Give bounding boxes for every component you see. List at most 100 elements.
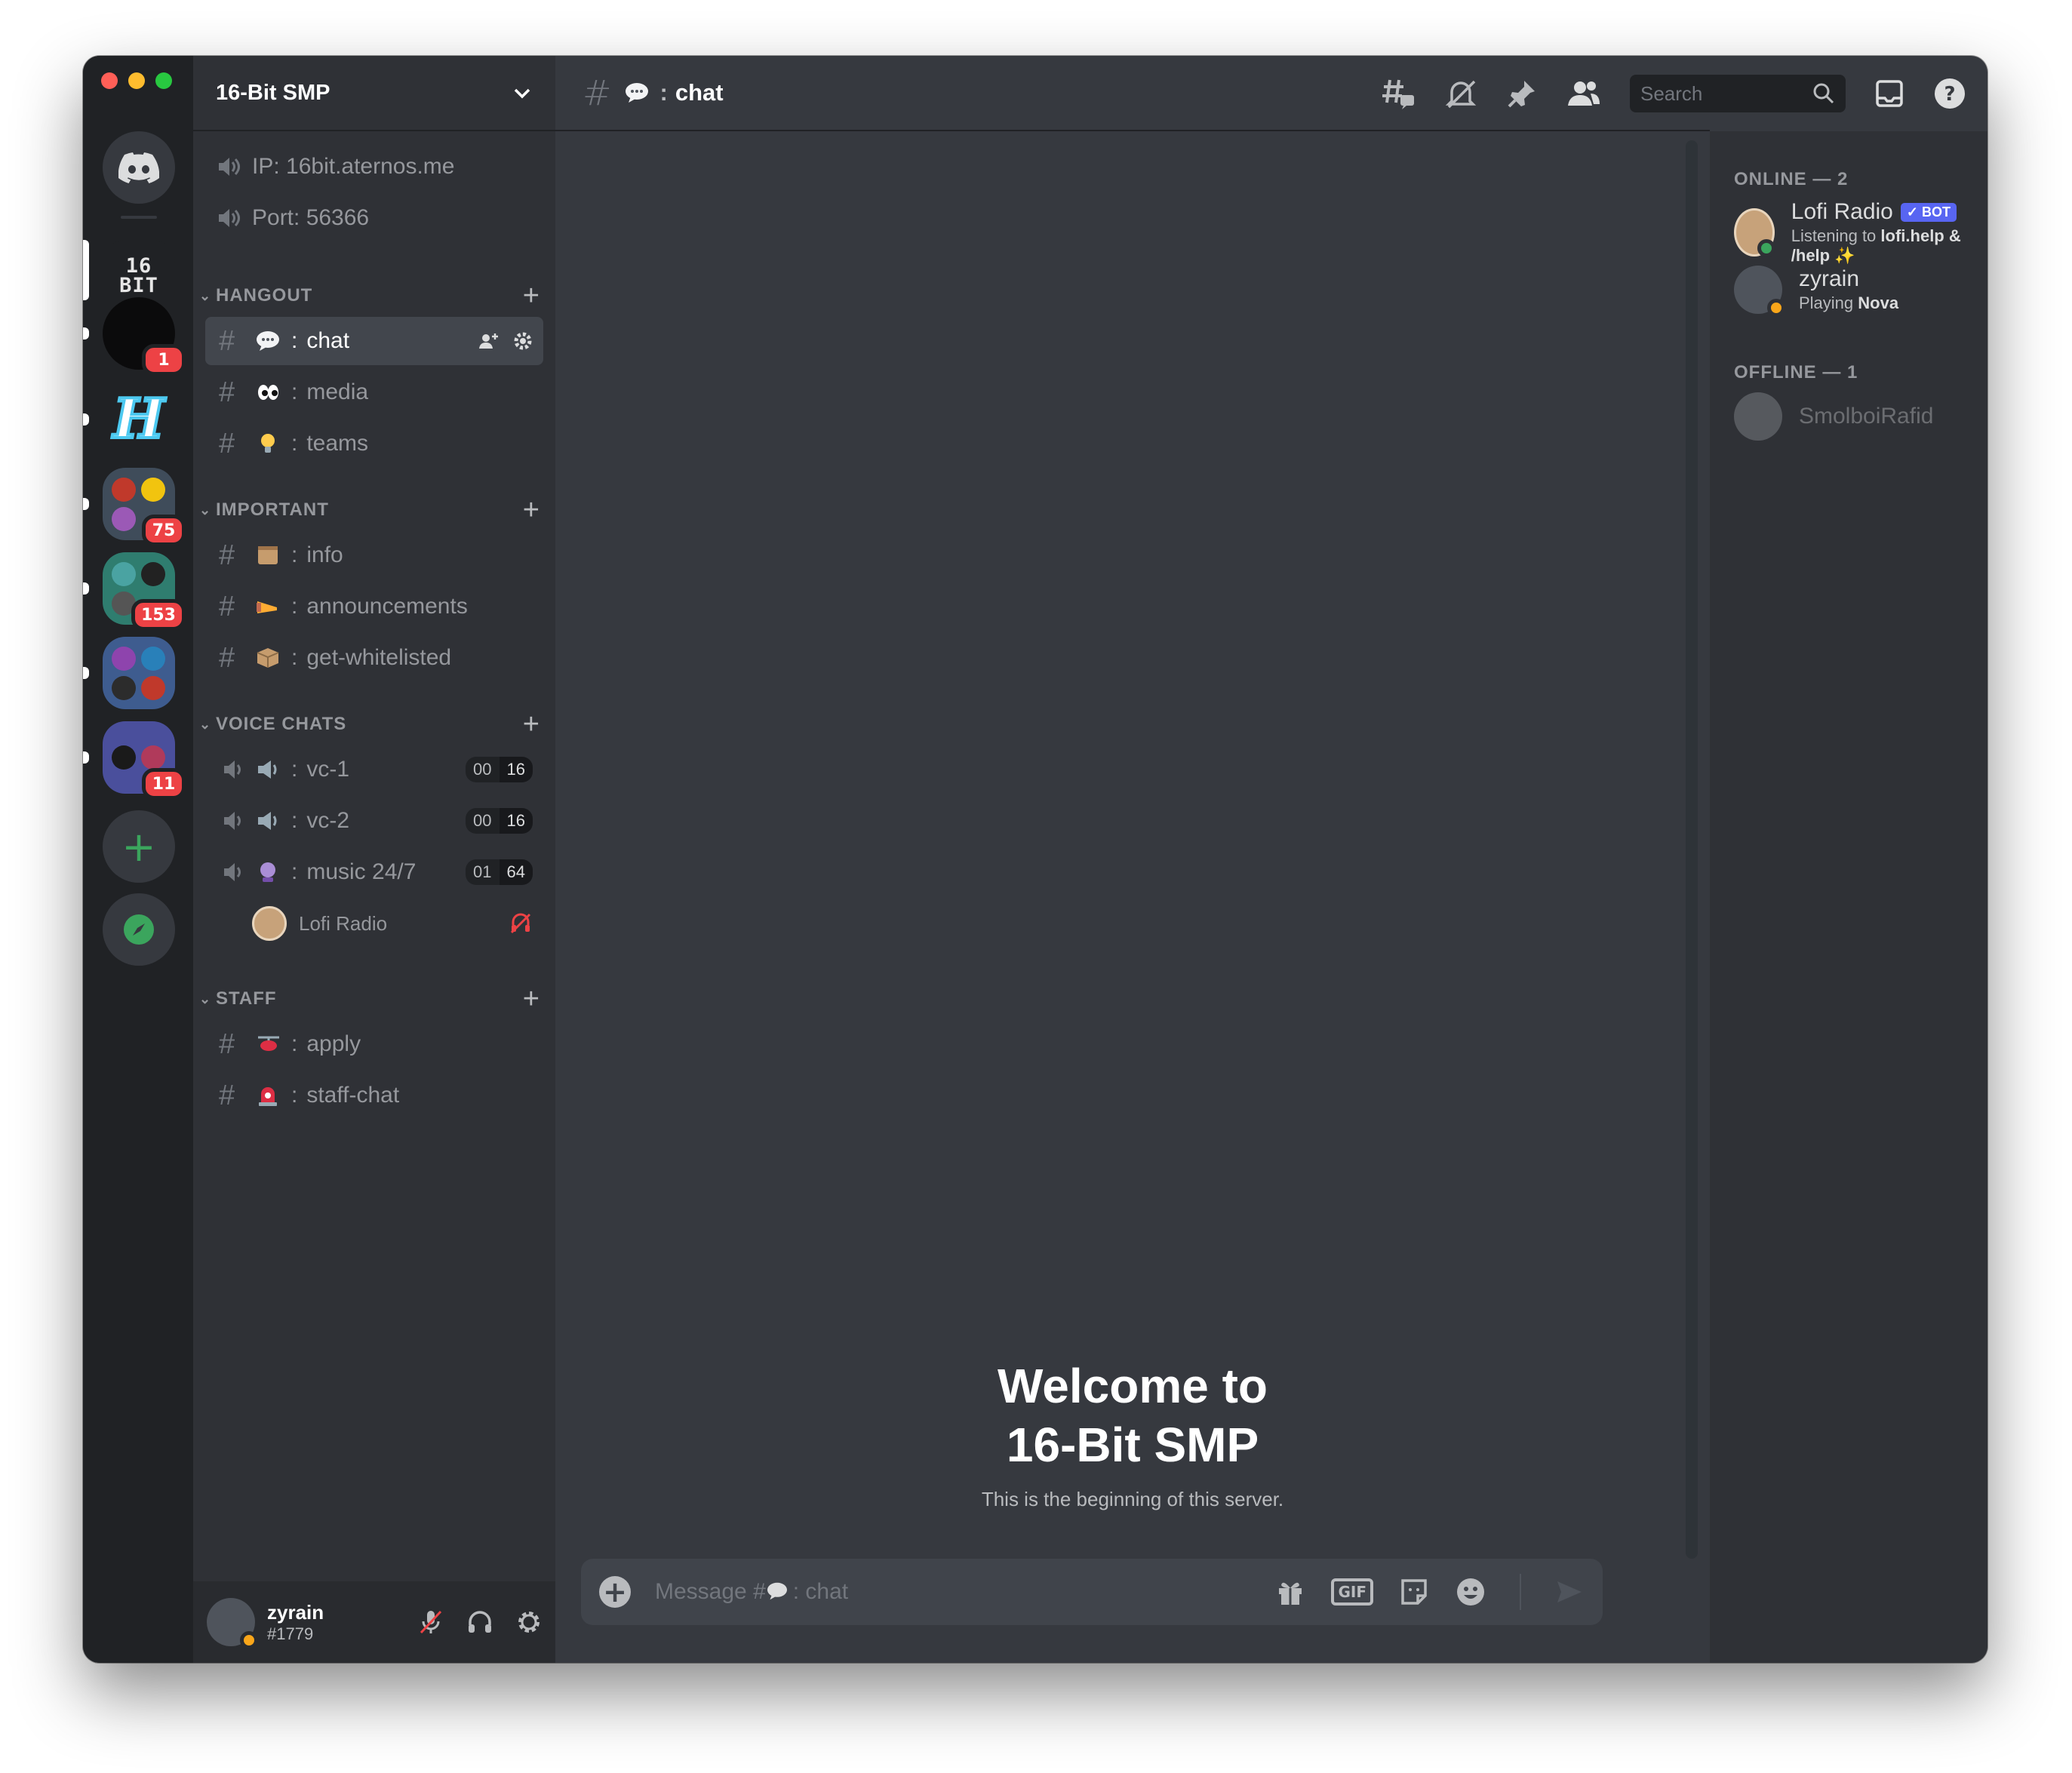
loudspeaker-icon	[258, 761, 277, 779]
close-window-button[interactable]	[101, 72, 118, 89]
user-limit-badge: 01 64	[466, 859, 533, 885]
help-icon[interactable]: ?	[1933, 77, 1966, 110]
folder-server-icon	[112, 561, 136, 586]
gear-icon[interactable]	[513, 331, 533, 351]
inbox-icon[interactable]	[1874, 78, 1904, 109]
package-icon	[257, 648, 279, 668]
message-scrollbar[interactable]	[1686, 140, 1698, 1559]
server-folder-3[interactable]	[103, 637, 175, 709]
create-channel-button[interactable]: +	[523, 708, 540, 741]
hash-icon: #	[219, 324, 235, 357]
voice-channel-vc-2[interactable]: : vc-2 00 16	[205, 797, 543, 845]
channel-staff-chat[interactable]: # : staff-chat	[205, 1071, 543, 1120]
bot-label: BOT	[1921, 204, 1951, 220]
eyes-icon	[258, 385, 278, 400]
member-zyrain[interactable]: zyrain Playing Nova	[1734, 266, 1898, 317]
message-input[interactable]: Message #: chat	[655, 1579, 1275, 1605]
gif-button[interactable]: GIF	[1331, 1578, 1373, 1606]
member-lofi-radio[interactable]: Lofi Radio ✓ BOT Listening to lofi.help &…	[1734, 199, 1987, 266]
folder-server-icon	[112, 646, 136, 671]
speaker-icon	[224, 761, 241, 779]
category-hangout[interactable]: ⌄ HANGOUT +	[199, 280, 540, 312]
notifications-muted-bell-icon[interactable]	[1444, 77, 1477, 110]
speaker-icon	[224, 812, 241, 830]
create-channel-button[interactable]: +	[523, 280, 540, 312]
channel-name: apply	[306, 1031, 361, 1056]
voice-user-lofi-radio[interactable]: Lofi Radio	[238, 899, 543, 948]
horn-icon	[257, 601, 277, 613]
create-channel-button[interactable]: +	[523, 494, 540, 527]
chevron-down-icon: ⌄	[199, 716, 212, 732]
discord-logo-icon	[118, 152, 159, 183]
hash-icon: #	[219, 539, 235, 571]
avatar	[1734, 208, 1775, 257]
threads-icon[interactable]	[1381, 77, 1416, 110]
voice-channel-music[interactable]: : music 24/7 01 64	[205, 848, 543, 896]
channel-chat[interactable]: # : chat	[205, 317, 543, 365]
server-dark[interactable]: 1	[103, 297, 186, 376]
user-avatar[interactable]	[207, 1598, 258, 1649]
search-input[interactable]: Search	[1630, 75, 1846, 112]
member-smolboirafid[interactable]: SmolboiRafid	[1734, 392, 1933, 441]
channel-media[interactable]: # : media	[205, 368, 543, 416]
avatar	[252, 906, 287, 941]
channel-name: staff-chat	[306, 1083, 400, 1108]
server-folder-4[interactable]: 11	[103, 721, 186, 800]
scroll-icon	[258, 546, 278, 564]
folder-server-icon	[112, 506, 136, 531]
channel-get-whitelisted[interactable]: # : get-whitelisted	[205, 634, 543, 682]
server-16bit-logo: 16 BIT	[119, 254, 158, 297]
gift-icon[interactable]	[1275, 1577, 1305, 1607]
add-server-button[interactable]: +	[103, 810, 175, 883]
channel-announcements[interactable]: # : announcements	[205, 582, 543, 631]
server-port-info[interactable]: Port: 56366	[216, 205, 369, 231]
home-button[interactable]	[103, 131, 175, 204]
category-staff[interactable]: ⌄ STAFF +	[199, 983, 540, 1016]
channel-teams[interactable]: # : teams	[205, 419, 543, 468]
server-ip-info[interactable]: IP: 16bit.aternos.me	[216, 154, 454, 180]
channel-info[interactable]: # : info	[205, 531, 543, 579]
attach-plus-icon[interactable]: +	[599, 1575, 631, 1609]
channel-name: get-whitelisted	[306, 645, 452, 670]
user-count: 00	[466, 808, 500, 834]
explore-servers-button[interactable]	[103, 893, 175, 966]
server-rail: 16 BIT 1 H 75 153 11 +	[83, 56, 193, 1663]
user-limit: 64	[499, 859, 533, 885]
invite-icon[interactable]	[478, 332, 500, 350]
category-voice-chats[interactable]: ⌄ VOICE CHATS +	[199, 708, 540, 741]
folder-server-icon	[141, 675, 165, 700]
activity-label: Playing	[1799, 293, 1854, 312]
channel-name: info	[306, 542, 343, 567]
helicopter-icon	[258, 1036, 279, 1051]
user-settings-gear-icon[interactable]	[516, 1609, 542, 1635]
sticker-icon[interactable]	[1399, 1577, 1429, 1607]
lightbulb-icon	[261, 434, 275, 453]
message-composer[interactable]: + Message #: chat GIF	[581, 1559, 1603, 1625]
server-header[interactable]: 16-Bit SMP	[193, 56, 555, 131]
channel-apply[interactable]: # : apply	[205, 1020, 543, 1068]
minimize-window-button[interactable]	[128, 72, 145, 89]
create-channel-button[interactable]: +	[523, 983, 540, 1016]
mute-microphone-icon[interactable]	[418, 1609, 444, 1636]
folder-server-icon	[141, 745, 165, 770]
chevron-down-icon: ⌄	[199, 502, 212, 518]
server-folder-1[interactable]: 75	[103, 468, 186, 546]
zoom-window-button[interactable]	[155, 72, 172, 89]
server-h[interactable]: H	[103, 383, 175, 456]
server-folder-2[interactable]: 153	[103, 552, 186, 631]
channel-name: announcements	[306, 594, 468, 619]
server-name: 16-Bit SMP	[216, 80, 330, 105]
user-tag: #1779	[267, 1624, 314, 1643]
emoji-smiley-icon[interactable]	[1455, 1576, 1486, 1608]
category-important[interactable]: ⌄ IMPORTANT +	[199, 494, 540, 527]
pin-icon[interactable]	[1506, 78, 1538, 109]
send-icon[interactable]	[1554, 1577, 1585, 1607]
member-list-icon[interactable]	[1566, 78, 1601, 109]
headphones-icon[interactable]	[466, 1609, 493, 1636]
channel-name: music 24/7	[306, 859, 417, 884]
user-limit-badge: 00 16	[466, 808, 533, 834]
voice-channel-vc-1[interactable]: : vc-1 00 16	[205, 745, 543, 794]
folder-server-icon	[141, 561, 165, 586]
crystal-ball-icon	[260, 862, 275, 882]
member-name: zyrain	[1799, 266, 1860, 291]
